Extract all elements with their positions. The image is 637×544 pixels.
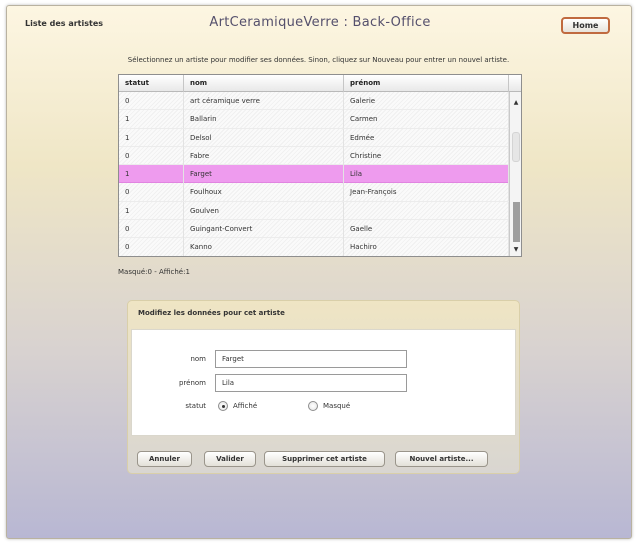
table-cell-prnom: Lila	[344, 165, 509, 184]
table-cell-nom: Foulhoux	[184, 183, 344, 202]
vertical-scrollbar[interactable]: ▲ ▼	[509, 92, 521, 256]
radio-affiche[interactable]	[218, 401, 228, 411]
nom-label: nom	[190, 355, 206, 363]
radio-affiche-label[interactable]: Affiché	[233, 402, 257, 410]
table-row[interactable]: 1 Delsol Edmée	[119, 128, 509, 147]
table-row[interactable]: 1 Goulven	[119, 201, 509, 221]
table-cell-nom: Farget	[184, 165, 344, 184]
table-cell-statut: 1	[119, 128, 184, 147]
artists-table: statut nom prénom 0 art céramique verre Ga…	[118, 74, 522, 257]
table-cell-prnom: Christine	[344, 146, 509, 165]
table-header-corner	[509, 75, 521, 92]
table-cell-prnom: Edmée	[344, 128, 509, 147]
panel-body: nom prénom statut Affiché Masqué	[131, 329, 516, 436]
table-cell-prnom: Jean-François	[344, 183, 509, 202]
radio-selected-dot	[222, 405, 225, 408]
scroll-down-arrow-icon[interactable]: ▼	[510, 244, 521, 256]
table-cell-statut: 0	[119, 183, 184, 202]
edit-panel: Modifiez les données pour cet artiste no…	[127, 300, 520, 474]
column-header-nom[interactable]: nom	[184, 75, 344, 92]
nouvel-artiste-button[interactable]: Nouvel artiste...	[395, 451, 488, 467]
table-cell-statut: 0	[119, 220, 184, 239]
radio-masque-label[interactable]: Masqué	[323, 402, 350, 410]
supprimer-artiste-button[interactable]: Supprimer cet artiste	[264, 451, 385, 467]
column-header-prenom[interactable]: prénom	[344, 75, 509, 92]
table-cell-statut: 1	[119, 165, 184, 184]
table-row[interactable]: 0 art céramique verre Galerie	[119, 92, 509, 111]
column-header-statut[interactable]: statut	[119, 75, 184, 92]
table-cell-nom: Ballarin	[184, 110, 344, 129]
table-cell-nom: art céramique verre	[184, 92, 344, 110]
nom-input[interactable]	[215, 350, 407, 368]
scrollbar-track[interactable]	[513, 202, 520, 242]
prenom-label: prénom	[178, 379, 206, 387]
scrollbar-thumb[interactable]	[512, 132, 520, 162]
home-button[interactable]: Home	[561, 17, 610, 34]
table-cell-prnom: Galerie	[344, 92, 509, 110]
app-title: ArtCeramiqueVerre : Back-Office	[209, 15, 431, 30]
instructions-text: Sélectionnez un artiste pour modifier se…	[127, 56, 510, 64]
table-row[interactable]: 0 Fabre Christine	[119, 146, 509, 166]
table-cell-nom: Goulven	[184, 201, 344, 220]
table-cell-statut: 1	[119, 201, 184, 220]
panel-title: Modifiez les données pour cet artiste	[138, 309, 285, 317]
table-header: statut nom prénom	[119, 75, 509, 92]
table-row[interactable]: 0 Kanno Hachiro	[119, 238, 509, 256]
table-cell-statut: 0	[119, 146, 184, 165]
table-cell-prnom: Gaelle	[344, 220, 509, 239]
table-body: 0 art céramique verre Galerie 1 Ballarin Carm…	[119, 92, 509, 256]
valider-button[interactable]: Valider	[204, 451, 256, 467]
table-cell-prnom	[344, 201, 509, 220]
table-cell-prnom: Hachiro	[344, 238, 509, 256]
table-cell-prnom: Carmen	[344, 110, 509, 129]
table-cell-statut: 0	[119, 92, 184, 110]
table-cell-nom: Delsol	[184, 128, 344, 147]
radio-masque[interactable]	[308, 401, 318, 411]
annuler-button[interactable]: Annuler	[137, 451, 192, 467]
visibility-counts: Masqué:0 - Affiché:1	[118, 268, 190, 276]
scroll-up-arrow-icon[interactable]: ▲	[510, 97, 521, 109]
table-cell-statut: 1	[119, 110, 184, 129]
table-row[interactable]: 0 Guingant-Convert Gaelle	[119, 220, 509, 239]
table-cell-nom: Fabre	[184, 146, 344, 165]
table-row[interactable]: 1 Ballarin Carmen	[119, 110, 509, 129]
table-row[interactable]: 0 Foulhoux Jean-François	[119, 183, 509, 202]
prenom-input[interactable]	[215, 374, 407, 392]
table-cell-nom: Kanno	[184, 238, 344, 256]
table-cell-statut: 0	[119, 238, 184, 256]
statut-label: statut	[185, 402, 206, 410]
table-row-selected[interactable]: 1 Farget Lila	[119, 165, 509, 184]
table-cell-nom: Guingant-Convert	[184, 220, 344, 239]
